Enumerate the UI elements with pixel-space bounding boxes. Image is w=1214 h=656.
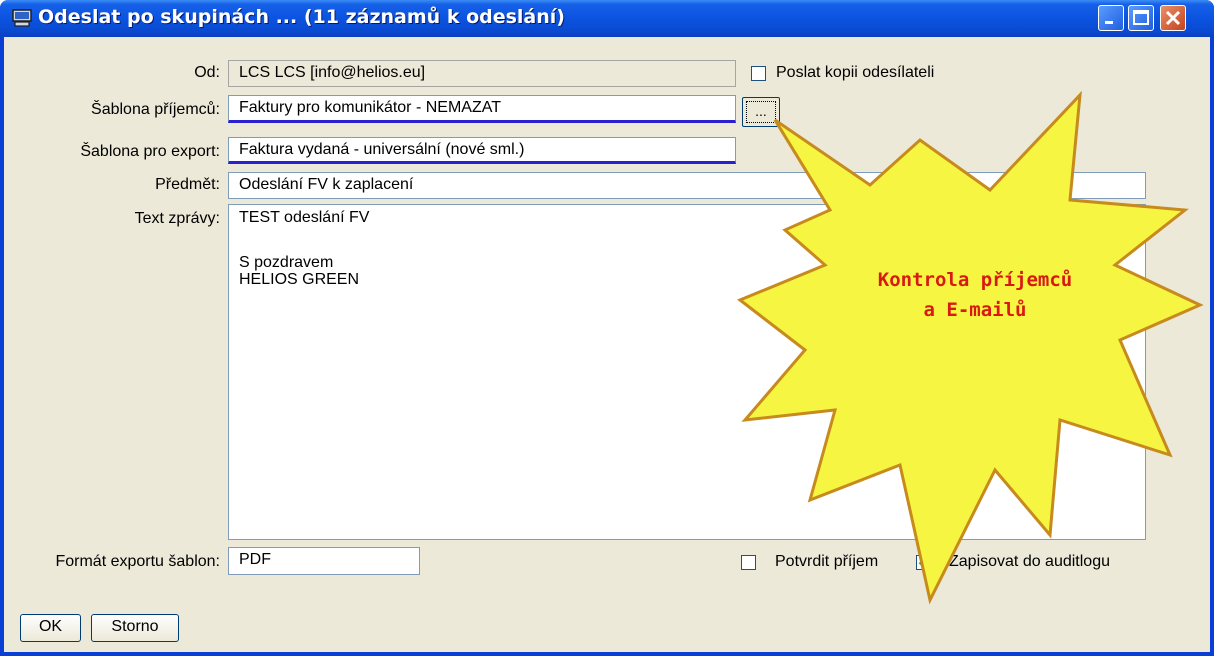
callout-starburst [737, 90, 1204, 605]
callout-text: Kontrola příjemců a E-mailů [825, 265, 1125, 325]
callout-line-2: a E-mailů [923, 299, 1027, 321]
callout-line-1: Kontrola příjemců [877, 269, 1073, 291]
